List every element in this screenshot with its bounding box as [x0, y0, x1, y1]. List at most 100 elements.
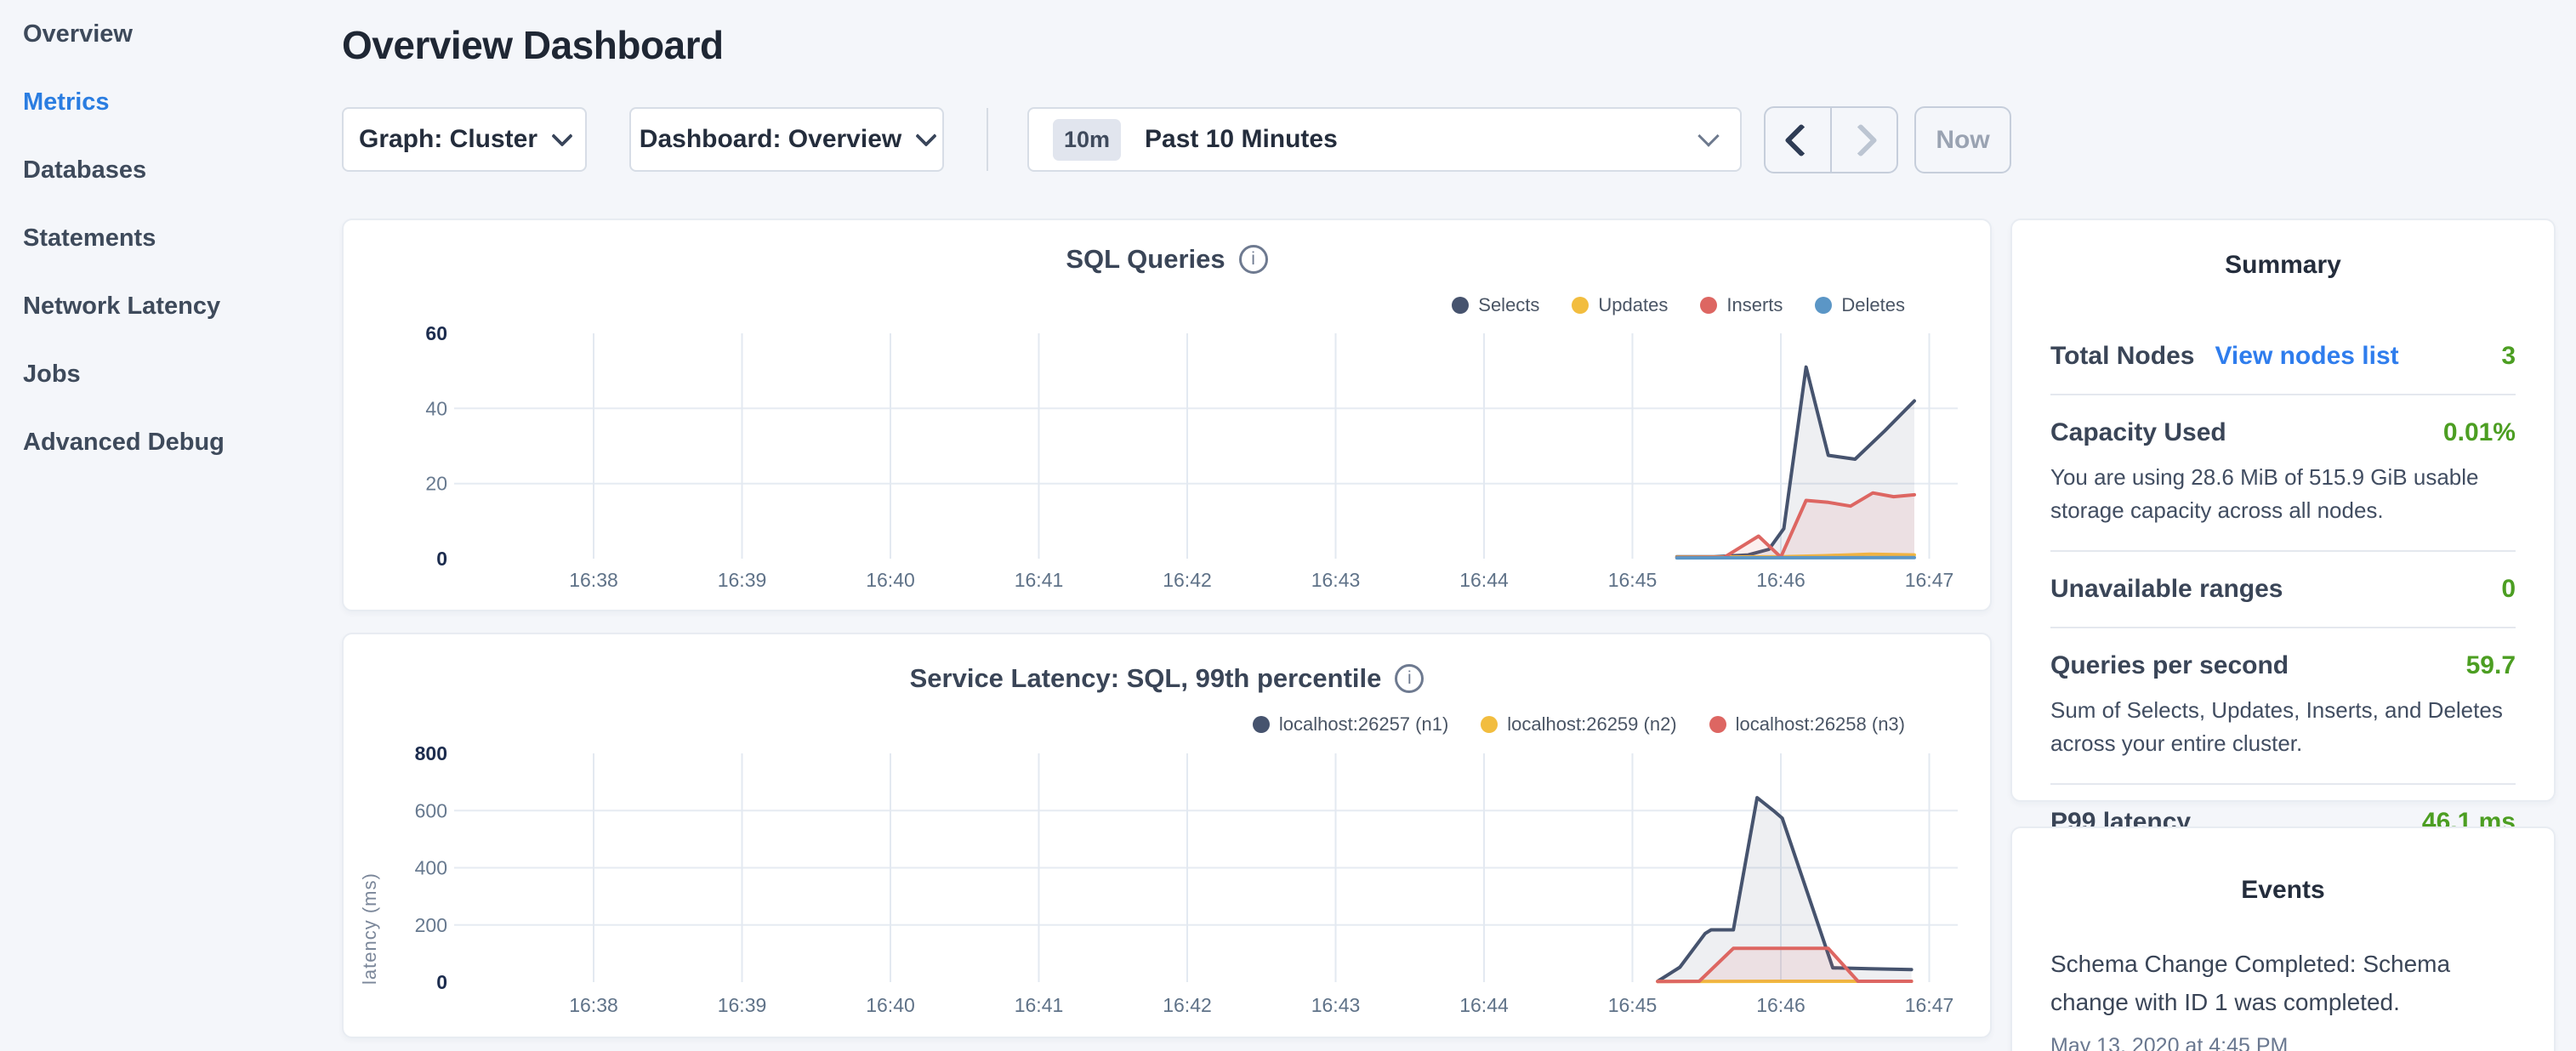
chart-title: SQL Queries — [1066, 244, 1225, 275]
time-range-dropdown[interactable]: 10m Past 10 Minutes — [1027, 107, 1742, 172]
summary-row-label: Total Nodes — [2050, 342, 2194, 371]
x-tick-label: 16:46 — [1756, 569, 1805, 591]
info-icon[interactable]: i — [1239, 245, 1268, 274]
summary-title: Summary — [2050, 251, 2516, 280]
x-tick-label: 16:40 — [866, 569, 915, 591]
legend-label: localhost:26257 (n1) — [1279, 713, 1448, 736]
x-tick-label: 16:42 — [1163, 994, 1212, 1016]
legend-label: Selects — [1478, 294, 1539, 316]
chart-title-row: SQL Queries i — [344, 244, 1990, 275]
legend-label: localhost:26258 (n3) — [1736, 713, 1905, 736]
summary-row-value: 0 — [2501, 575, 2516, 604]
header-divider — [987, 108, 988, 171]
chevron-down-icon — [915, 125, 936, 146]
legend-label: Updates — [1598, 294, 1668, 316]
x-tick-label: 16:44 — [1459, 994, 1509, 1016]
x-tick-label: 16:39 — [718, 994, 767, 1016]
x-tick-label: 16:42 — [1163, 569, 1212, 591]
chart-legend: localhost:26257 (n1) localhost:26259 (n2)… — [1253, 713, 1905, 736]
summary-row: Total Nodes View nodes list 3 — [2050, 319, 2516, 394]
event-list: Schema Change Completed: Schema change w… — [2050, 946, 2516, 1051]
x-tick-label: 16:46 — [1756, 994, 1805, 1016]
x-tick-label: 16:38 — [569, 994, 618, 1016]
y-tick-label: 0 — [436, 548, 447, 570]
overview-dashboard-page: OverviewMetricsDatabasesStatementsNetwor… — [0, 0, 2576, 1051]
dashboard-selector-dropdown[interactable]: Dashboard: Overview — [629, 107, 944, 172]
y-tick-label: 600 — [415, 799, 447, 821]
summary-row: Unavailable ranges 0 — [2050, 550, 2516, 627]
chart-title: Service Latency: SQL, 99th percentile — [910, 663, 1382, 694]
x-tick-label: 16:39 — [718, 569, 767, 591]
summary-row-label: Capacity Used — [2050, 418, 2226, 447]
x-tick-label: 16:43 — [1311, 569, 1361, 591]
x-tick-label: 16:41 — [1015, 569, 1064, 591]
chevron-down-icon — [551, 125, 572, 146]
summary-row-value: 0.01% — [2443, 418, 2516, 447]
summary-row: Capacity Used 0.01% You are using 28.6 MiB… — [2050, 394, 2516, 550]
sidebar-item-jobs[interactable]: Jobs — [0, 340, 340, 408]
graph-selector-label: Graph: Cluster — [359, 125, 537, 154]
legend-dot-icon — [1709, 716, 1726, 733]
x-tick-label: 16:45 — [1608, 569, 1658, 591]
events-panel: Events Schema Change Completed: Schema c… — [2010, 827, 2556, 1051]
y-tick-label: 20 — [425, 473, 447, 495]
next-time-window-button[interactable] — [1830, 108, 1896, 172]
graph-selector-dropdown[interactable]: Graph: Cluster — [342, 107, 587, 172]
page-title: Overview Dashboard — [342, 22, 724, 68]
sql-queries-chart-plot[interactable]: 0 20 40 60 16:38 16:39 16:40 16:41 16:42 16:43 16:… — [359, 325, 1992, 605]
summary-row-label: Unavailable ranges — [2050, 575, 2283, 604]
summary-row-label: Queries per second — [2050, 651, 2289, 680]
info-icon[interactable]: i — [1395, 664, 1424, 693]
legend-item: Inserts — [1700, 294, 1783, 316]
summary-row-subtitle: Sum of Selects, Updates, Inserts, and De… — [2050, 694, 2516, 760]
legend-dot-icon — [1253, 716, 1270, 733]
legend-label: Deletes — [1841, 294, 1905, 316]
legend-dot-icon — [1452, 297, 1469, 314]
y-tick-label: 60 — [425, 325, 447, 344]
x-tick-label: 16:43 — [1311, 994, 1361, 1016]
chart-title-row: Service Latency: SQL, 99th percentile i — [344, 663, 1990, 694]
time-window-badge: 10m — [1053, 119, 1121, 161]
dashboard-selector-label: Dashboard: Overview — [640, 125, 901, 154]
legend-item: Selects — [1452, 294, 1539, 316]
x-tick-label: 16:47 — [1905, 994, 1954, 1016]
legend-item: Updates — [1572, 294, 1668, 316]
legend-label: Inserts — [1726, 294, 1783, 316]
y-tick-label: 40 — [425, 397, 447, 419]
legend-dot-icon — [1815, 297, 1832, 314]
service-latency-chart-plot[interactable]: 020040060080016:3816:3916:4016:4116:4216… — [359, 741, 1992, 1022]
legend-dot-icon — [1700, 297, 1717, 314]
view-nodes-list-link[interactable]: View nodes list — [2215, 342, 2398, 371]
event-text: Schema Change Completed: Schema change w… — [2050, 946, 2516, 1022]
chevron-right-icon — [1844, 123, 1878, 157]
event-timestamp: May 13, 2020 at 4:45 PM — [2050, 1034, 2516, 1051]
x-tick-label: 16:45 — [1608, 994, 1658, 1016]
sidebar-item-advanced-debug[interactable]: Advanced Debug — [0, 408, 340, 476]
summary-row-value: 3 — [2501, 342, 2516, 371]
x-tick-label: 16:44 — [1459, 569, 1509, 591]
sidebar-item-metrics[interactable]: Metrics — [0, 68, 340, 136]
chart-legend: Selects Updates Inserts Deletes — [1452, 294, 1905, 316]
legend-item: localhost:26259 (n2) — [1481, 713, 1676, 736]
sidebar-item-statements[interactable]: Statements — [0, 204, 340, 272]
y-tick-label: 800 — [415, 742, 447, 764]
time-window-pager — [1764, 106, 1898, 173]
service-latency-chart-card: Service Latency: SQL, 99th percentile i … — [342, 633, 1992, 1038]
sidebar-item-network-latency[interactable]: Network Latency — [0, 272, 340, 340]
x-tick-label: 16:41 — [1015, 994, 1064, 1016]
sql-queries-chart-card: SQL Queries i Selects Updates Inserts Delet… — [342, 219, 1992, 611]
x-tick-label: 16:38 — [569, 569, 618, 591]
sidebar-item-databases[interactable]: Databases — [0, 136, 340, 204]
sidebar-item-overview[interactable]: Overview — [0, 0, 340, 68]
legend-item: Deletes — [1815, 294, 1905, 316]
event-item[interactable]: Schema Change Completed: Schema change w… — [2050, 946, 2516, 1051]
summary-row-subtitle: You are using 28.6 MiB of 515.9 GiB usab… — [2050, 461, 2516, 527]
legend-label: localhost:26259 (n2) — [1507, 713, 1676, 736]
now-button[interactable]: Now — [1914, 106, 2011, 173]
legend-dot-icon — [1572, 297, 1589, 314]
legend-dot-icon — [1481, 716, 1498, 733]
chevron-left-icon — [1784, 123, 1818, 157]
summary-row: Queries per second59.7Sum of Selects, Up… — [2050, 627, 2516, 783]
y-tick-label: 400 — [415, 857, 447, 879]
prev-time-window-button[interactable] — [1766, 108, 1830, 172]
